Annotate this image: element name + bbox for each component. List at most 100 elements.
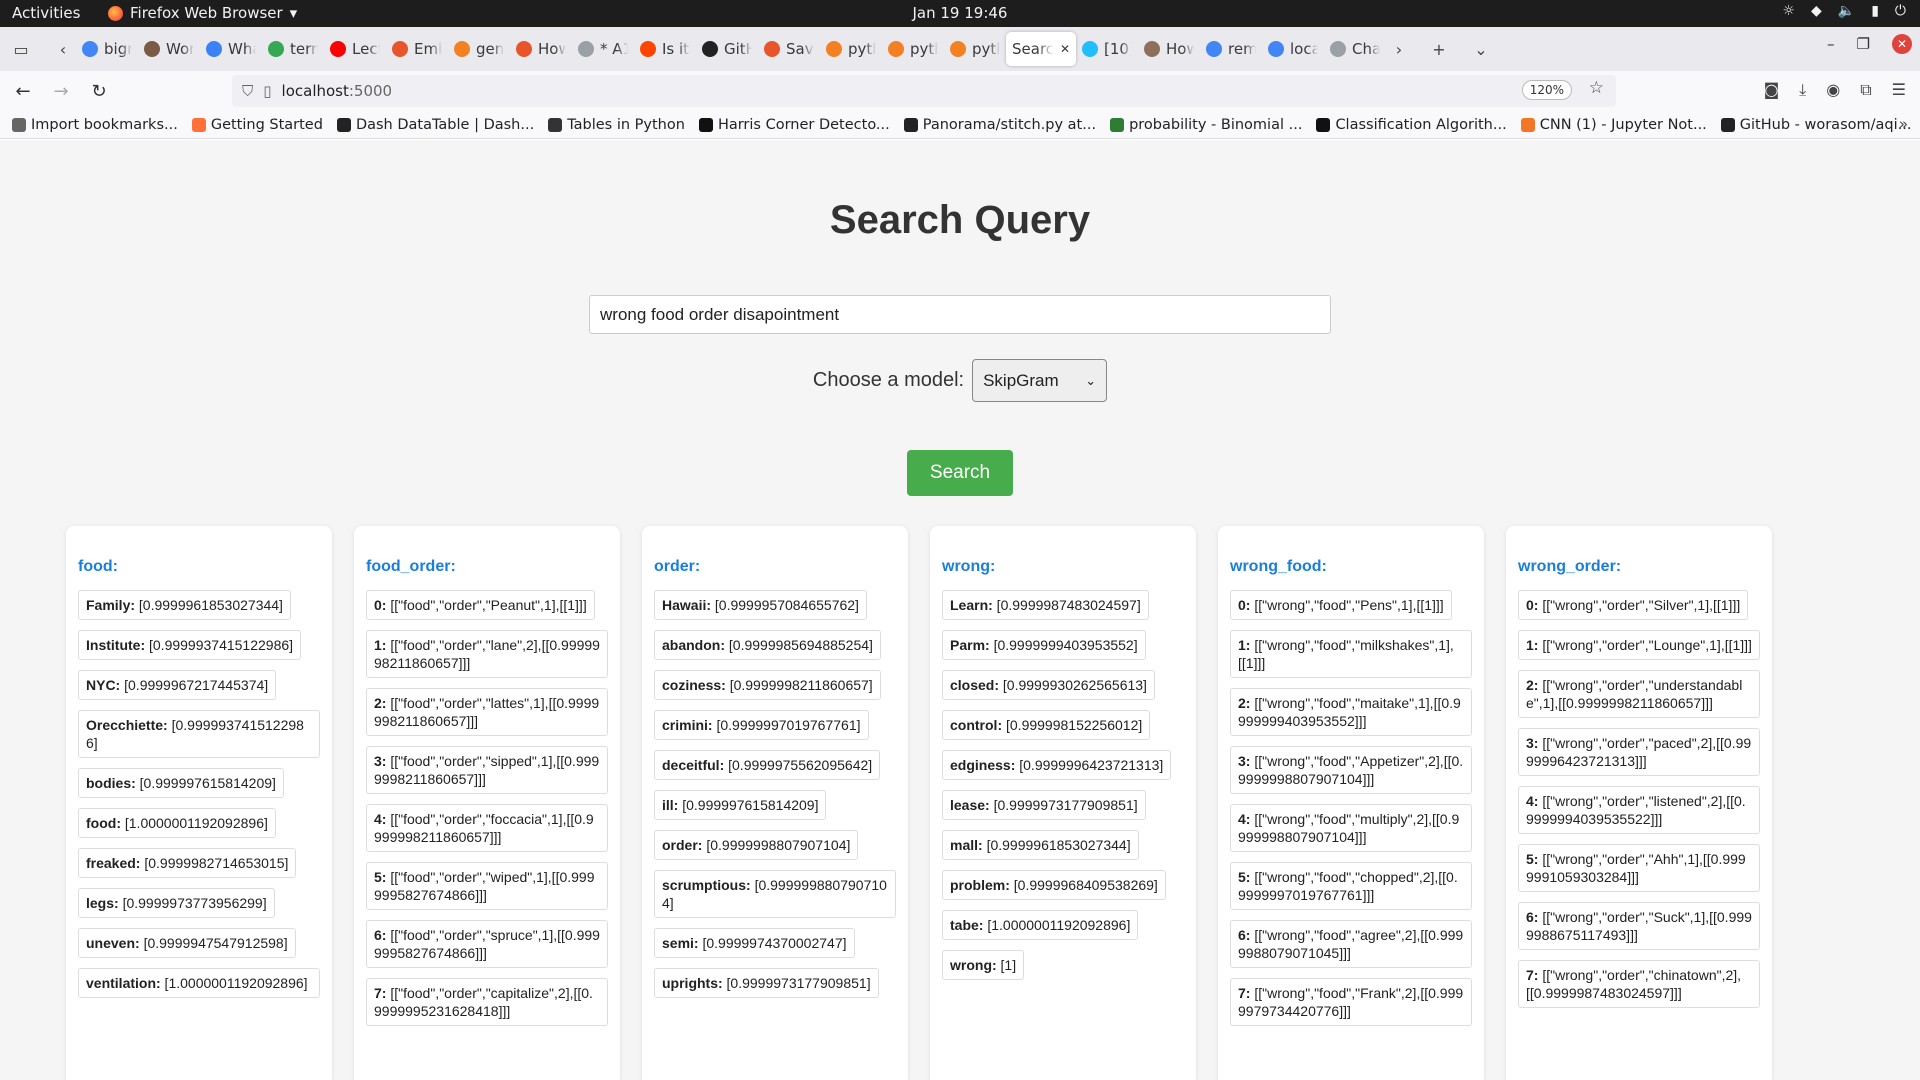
- result-card: wrong: Learn: [0.9999987483024597] Parm: […: [930, 526, 1196, 1080]
- forward-icon[interactable]: →: [46, 81, 76, 102]
- result-entry-key: 2:: [374, 695, 387, 711]
- result-entry-key: 3:: [1526, 735, 1539, 751]
- pocket-icon[interactable]: ◙: [1764, 80, 1780, 100]
- browser-tab[interactable]: What: [200, 32, 262, 66]
- search-button[interactable]: Search: [907, 450, 1013, 496]
- bookmark-item[interactable]: CNN (1) - Jupyter Not...: [1520, 117, 1707, 133]
- browser-tab[interactable]: pyth: [944, 32, 1006, 66]
- browser-tab[interactable]: Word: [138, 32, 200, 66]
- tabs-scroll-right-icon[interactable]: ›: [1386, 40, 1412, 59]
- page-info-icon[interactable]: ▯: [263, 82, 271, 100]
- browser-tab[interactable]: [10]: [1076, 32, 1138, 66]
- bookmark-label: Classification Algorith...: [1335, 116, 1507, 133]
- result-entry: 0: [["food","order","Peanut",1],[[1]]]: [366, 590, 595, 620]
- result-entry-key: Parm:: [950, 637, 990, 653]
- url-text[interactable]: localhost:5000: [282, 82, 393, 100]
- result-entry-key: 7:: [1238, 985, 1251, 1001]
- browser-tab[interactable]: How: [1138, 32, 1200, 66]
- result-entry: food: [1.0000001192092896]: [78, 808, 276, 838]
- bookmark-item[interactable]: Import bookmarks...: [12, 117, 178, 133]
- result-entry: uneven: [0.9999947547912598]: [78, 928, 296, 958]
- result-entry: mall: [0.9999961853027344]: [942, 830, 1139, 860]
- browser-tab[interactable]: pyth: [820, 32, 882, 66]
- bookmark-item[interactable]: Classification Algorith...: [1316, 116, 1507, 133]
- model-select[interactable]: SkipGram ⌄: [972, 359, 1108, 402]
- result-card-heading: wrong_food:: [1230, 558, 1327, 575]
- result-entry: 1: [["food","order","lane",2],[[0.999999…: [366, 630, 608, 678]
- minimize-icon[interactable]: –: [1827, 35, 1835, 53]
- browser-tab[interactable]: term: [262, 32, 324, 66]
- account-icon[interactable]: ◉: [1826, 80, 1840, 100]
- list-all-tabs-icon[interactable]: ⌄: [1468, 40, 1494, 59]
- result-entry-key: abandon:: [662, 637, 725, 653]
- result-entry: wrong: [1]: [942, 950, 1025, 980]
- result-entry-key: 0:: [374, 597, 387, 613]
- browser-tab[interactable]: GitH: [696, 32, 758, 66]
- result-entry: 7: [["wrong","order","chinatown",2],[[0.…: [1518, 960, 1760, 1008]
- bookmark-item[interactable]: Dash DataTable | Dash...: [336, 117, 534, 133]
- shield-icon[interactable]: ⛉: [242, 82, 253, 100]
- brightness-icon: ☼: [1782, 3, 1795, 19]
- bookmark-star-icon[interactable]: ☆: [1589, 78, 1604, 98]
- browser-tab[interactable]: pyth: [882, 32, 944, 66]
- result-entry-value: [1.0000001192092896]: [160, 975, 308, 991]
- browser-tab[interactable]: gens: [448, 32, 510, 66]
- downloads-icon[interactable]: ⤓: [1799, 80, 1806, 100]
- bookmark-item[interactable]: probability - Binomial ...: [1110, 117, 1302, 133]
- more-bookmarks-icon[interactable]: »: [1899, 115, 1908, 133]
- browser-tab[interactable]: Emb: [386, 32, 448, 66]
- bookmark-item[interactable]: GitHub - worasom/aqi...: [1720, 117, 1911, 133]
- close-tab-icon[interactable]: ✕: [1060, 42, 1070, 56]
- maximize-icon[interactable]: ❐: [1857, 35, 1870, 53]
- zoom-level-badge[interactable]: 120%: [1521, 80, 1572, 100]
- bookmark-favicon-icon: [12, 117, 26, 132]
- result-entry: 3: [["wrong","food","Appetizer",2],[[0.9…: [1230, 746, 1472, 794]
- result-entry-key: 6:: [374, 927, 387, 943]
- tab-favicon-icon: [144, 41, 160, 57]
- reload-icon[interactable]: ↻: [84, 81, 114, 102]
- bookmark-item[interactable]: Getting Started: [191, 117, 323, 133]
- browser-tab[interactable]: bigra: [76, 32, 138, 66]
- chevron-down-icon: ⌄: [1085, 372, 1097, 388]
- close-window-icon[interactable]: ✕: [1892, 34, 1912, 54]
- result-card-heading: wrong:: [942, 558, 996, 575]
- result-entry-key: mall:: [950, 837, 983, 853]
- new-tab-icon[interactable]: +: [1426, 40, 1452, 59]
- browser-tab[interactable]: * A1: Th: [572, 32, 634, 66]
- browser-tab[interactable]: Is it p: [634, 32, 696, 66]
- result-entry-value: [0.9999961853027344]: [982, 837, 1131, 853]
- extensions-icon[interactable]: ⧉: [1860, 80, 1871, 100]
- browser-tab[interactable]: Chat: [1324, 32, 1386, 66]
- tabs-container: bigra Word What term Lect Emb gens How * A1: Th I…: [76, 32, 1386, 66]
- result-entry: Learn: [0.9999987483024597]: [942, 590, 1149, 620]
- bookmark-item[interactable]: Tables in Python: [548, 117, 685, 133]
- browser-tab[interactable]: local: [1262, 32, 1324, 66]
- tab-favicon-icon: [1330, 41, 1346, 57]
- browser-tab[interactable]: Lect: [324, 32, 386, 66]
- tab-overview-icon[interactable]: ▭: [8, 40, 34, 59]
- tab-favicon-icon: [82, 41, 98, 57]
- model-selected-value: SkipGram: [983, 370, 1059, 390]
- url-bar[interactable]: ⛉ ▯ localhost:5000 120% ☆: [232, 75, 1616, 107]
- tab-title: GitH: [724, 40, 752, 58]
- menu-icon[interactable]: ☰: [1892, 80, 1906, 100]
- browser-tab[interactable]: Savir: [758, 32, 820, 66]
- result-entry-value: [0.9999975562095642]: [724, 757, 873, 773]
- result-entry-value: [0.9999930262565613]: [999, 677, 1147, 693]
- tab-title: What: [228, 40, 256, 58]
- system-tray[interactable]: ☼ ◆ 🔈 ▮ ⏻: [1782, 3, 1906, 19]
- clock[interactable]: Jan 19 19:46: [0, 4, 1920, 22]
- search-input[interactable]: [589, 295, 1331, 334]
- result-entry: abandon: [0.9999985694885254]: [654, 630, 881, 660]
- result-entry-value: [["wrong","order","Suck",1],[[0.99999886…: [1526, 909, 1752, 943]
- result-entry: coziness: [0.9999998211860657]: [654, 670, 881, 700]
- browser-tab[interactable]: How: [510, 32, 572, 66]
- bookmark-item[interactable]: Harris Corner Detecto...: [698, 117, 890, 133]
- back-icon[interactable]: ←: [8, 81, 38, 102]
- result-entry: 6: [["food","order","spruce",1],[[0.9999…: [366, 920, 608, 968]
- browser-tab[interactable]: remc: [1200, 32, 1262, 66]
- browser-tab[interactable]: Search ✕: [1006, 32, 1076, 66]
- tabs-scroll-left-icon[interactable]: ‹: [50, 40, 76, 59]
- result-entry-value: [0.9999961853027344]: [135, 597, 283, 613]
- bookmark-item[interactable]: Panorama/stitch.py at...: [903, 117, 1096, 133]
